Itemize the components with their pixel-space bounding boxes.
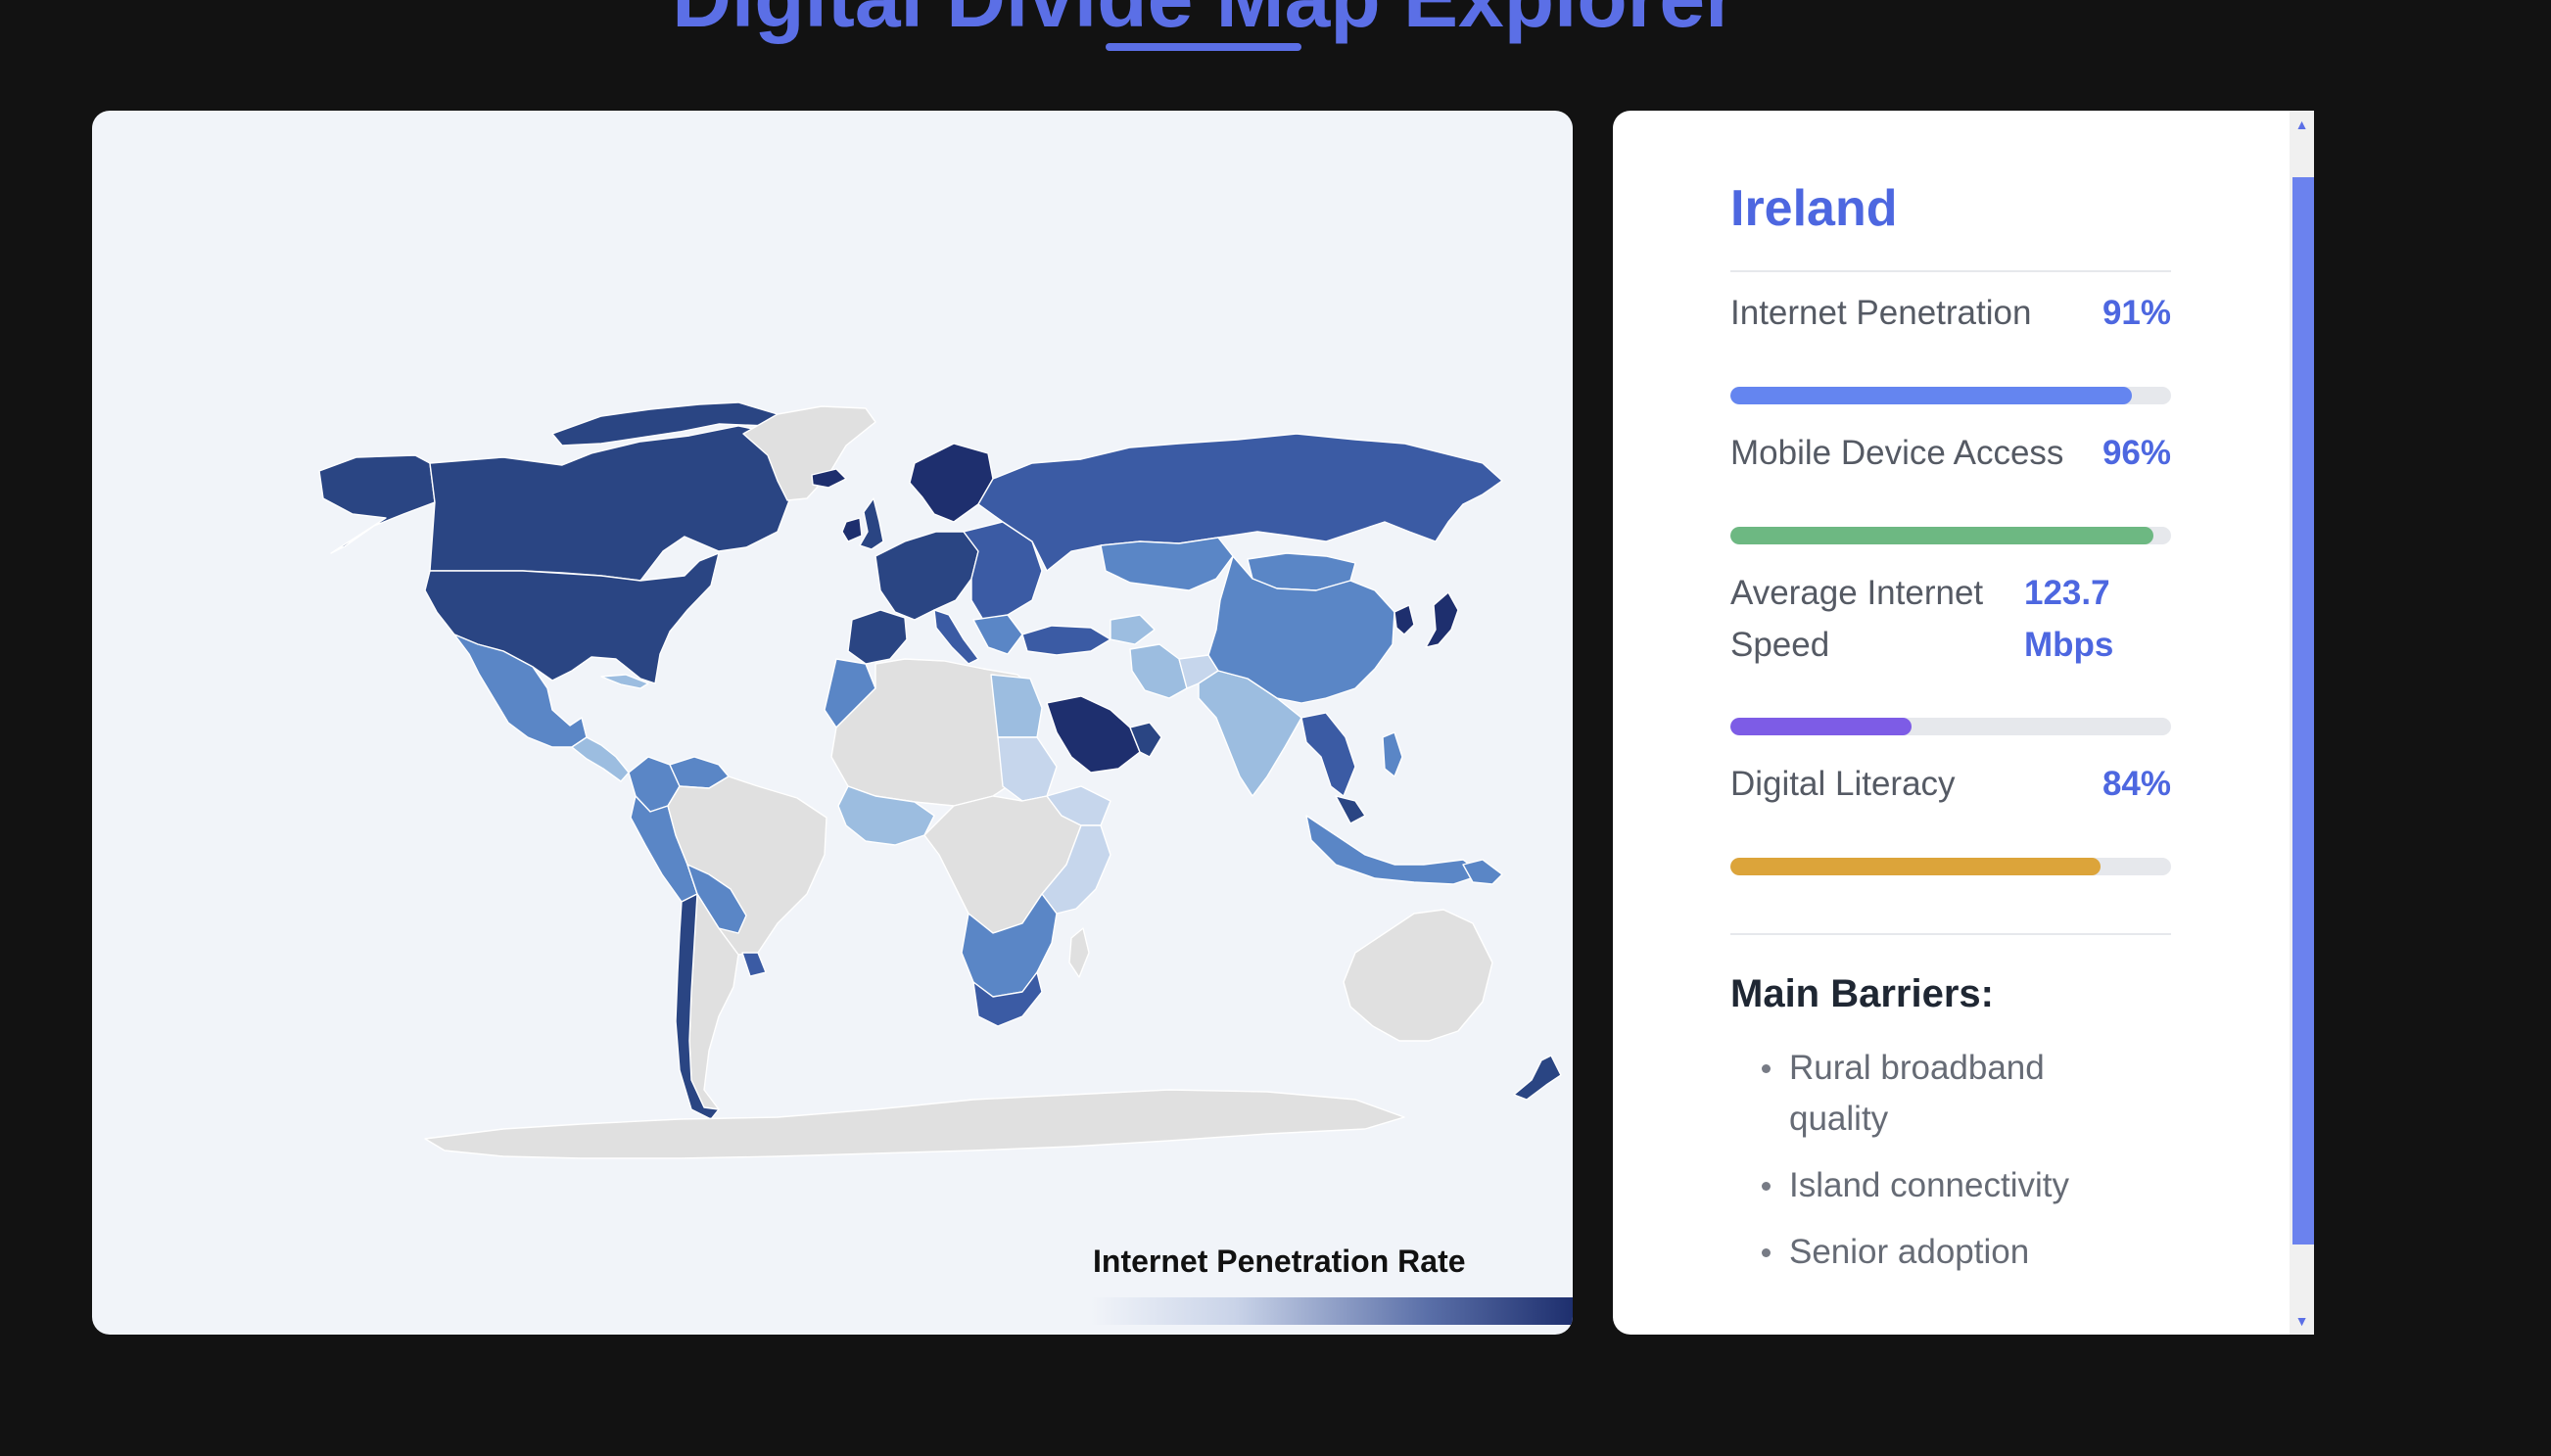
metric-label-line: Speed (1730, 626, 1830, 664)
legend-color-scale (1091, 1297, 1573, 1325)
country-canada[interactable] (429, 425, 803, 582)
metric-label-line: Average Internet (1730, 574, 1984, 612)
country-australia (1343, 909, 1493, 1042)
country-iberia[interactable] (847, 609, 908, 665)
country-uk[interactable] (859, 497, 884, 550)
country-alaska[interactable] (318, 454, 436, 554)
country-southeast-asia[interactable] (1300, 712, 1356, 797)
barrier-text: Island connectivity (1789, 1166, 2069, 1204)
metric-value-mobile-device-access: 96% (2102, 434, 2171, 472)
scroll-up-arrow-icon[interactable]: ▲ (2290, 115, 2314, 134)
selected-country-name: Ireland (1730, 180, 1898, 237)
country-philippines[interactable] (1382, 731, 1403, 777)
average-internet-speed-bar-fill (1730, 718, 1912, 735)
country-saudi-arabia[interactable] (1046, 695, 1141, 774)
metric-label-internet-penetration: Internet Penetration (1730, 294, 2032, 332)
barriers-divider (1730, 933, 2171, 935)
country-ireland[interactable] (841, 517, 863, 542)
country-sudan[interactable] (997, 736, 1058, 802)
country-western-europe[interactable] (874, 531, 979, 621)
country-info-panel: Ireland Internet Penetration 91% Mobile … (1613, 111, 2314, 1335)
bullet-icon (1762, 1182, 1771, 1191)
internet-penetration-bar-fill (1730, 387, 2132, 404)
metric-label-digital-literacy: Digital Literacy (1730, 765, 1956, 803)
country-japan[interactable] (1425, 591, 1459, 648)
barriers-title: Main Barriers: (1730, 972, 1994, 1015)
mobile-device-access-bar-fill (1730, 527, 2153, 544)
barrier-list: Rural broadband quality Island connectiv… (1730, 1043, 2142, 1293)
panel-scrollbar[interactable]: ▲ ▼ (2290, 111, 2314, 1335)
metric-value-digital-literacy: 84% (2102, 765, 2171, 803)
page-title: Digital Divide Map Explorer (0, 0, 2409, 48)
country-italy[interactable] (933, 609, 979, 665)
map-card: Internet Penetration Rate (92, 111, 1573, 1335)
legend-title: Internet Penetration Rate (1093, 1244, 1466, 1279)
country-malaysia[interactable] (1335, 795, 1366, 824)
metric-value-internet-penetration: 91% (2102, 294, 2171, 332)
country-egypt[interactable] (990, 674, 1043, 738)
barrier-text: Rural broadband (1789, 1049, 2045, 1087)
metric-value-average-internet-speed: 123.7 Mbps (2024, 567, 2113, 671)
country-balkans[interactable] (972, 614, 1023, 655)
country-antarctica (424, 1089, 1405, 1159)
barrier-item: Island connectivity (1730, 1160, 2142, 1211)
average-internet-speed-bar (1730, 718, 2171, 735)
barrier-item: Senior adoption (1730, 1227, 2142, 1278)
digital-literacy-bar (1730, 858, 2171, 875)
country-uruguay[interactable] (741, 952, 767, 977)
scroll-thumb[interactable] (2292, 177, 2314, 1245)
country-central-america[interactable] (571, 736, 630, 782)
country-caucasus[interactable] (1110, 614, 1156, 645)
country-new-zealand[interactable] (1513, 1055, 1562, 1101)
metric-label-mobile-device-access: Mobile Device Access (1730, 434, 2064, 472)
bullet-icon (1762, 1248, 1771, 1257)
internet-penetration-bar (1730, 387, 2171, 404)
mobile-device-access-bar (1730, 527, 2171, 544)
country-madagascar (1068, 927, 1090, 978)
digital-literacy-bar-fill (1730, 858, 2101, 875)
barrier-text: quality (1789, 1100, 1889, 1138)
barrier-text: Senior adoption (1789, 1233, 2030, 1271)
country-iran[interactable] (1129, 643, 1188, 699)
header-divider (1730, 270, 2171, 272)
title-underline (1106, 43, 1301, 51)
country-indonesia[interactable] (1305, 815, 1484, 885)
bullet-icon (1762, 1064, 1771, 1073)
country-scandinavia[interactable] (909, 443, 994, 523)
country-kazakhstan[interactable] (1100, 537, 1234, 591)
metric-label-average-internet-speed: Average Internet Speed (1730, 567, 1983, 671)
barrier-item: Rural broadband quality (1730, 1043, 2142, 1145)
country-papua-new-guinea[interactable] (1462, 859, 1503, 885)
metric-value-line: Mbps (2024, 626, 2114, 664)
country-russia[interactable] (977, 433, 1503, 572)
scroll-down-arrow-icon[interactable]: ▼ (2290, 1311, 2314, 1331)
metric-value-line: 123.7 (2024, 574, 2110, 612)
world-map[interactable] (92, 111, 1573, 1335)
country-turkey[interactable] (1021, 625, 1111, 656)
country-korea[interactable] (1394, 604, 1415, 635)
